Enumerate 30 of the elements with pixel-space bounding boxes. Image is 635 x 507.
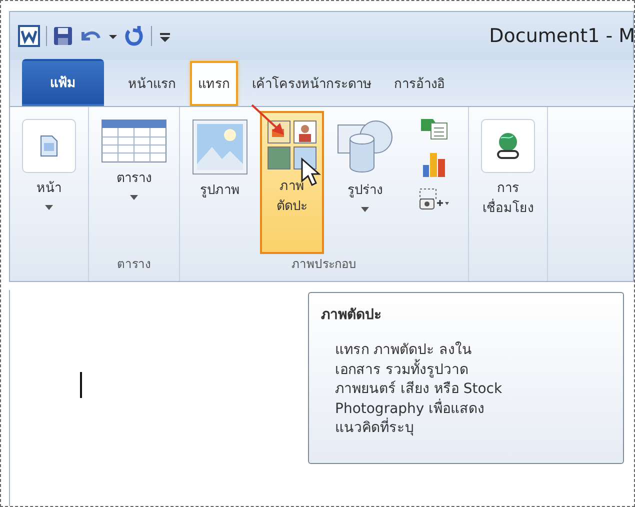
dropdown-arrow-icon (130, 194, 138, 200)
screenshot-icon[interactable] (418, 187, 450, 211)
page-icon (22, 119, 76, 173)
picture-icon (192, 119, 248, 175)
group-label: ภาพประกอบ (290, 256, 358, 273)
ribbon-tab[interactable]: หน้าแรก (120, 61, 184, 106)
ribbon-button[interactable]: ตาราง (95, 111, 173, 254)
dropdown-arrow-icon (361, 206, 369, 212)
clip-art-icon (266, 119, 318, 171)
ribbon-button[interactable]: รูปภาพ (186, 111, 254, 254)
word-logo-icon[interactable] (18, 25, 40, 47)
ribbon-tab[interactable]: เค้าโครงหน้ากระดาษ (244, 61, 380, 106)
dropdown-arrow-icon (45, 204, 53, 210)
hyperlink-icon (481, 119, 535, 173)
ribbon-button[interactable]: การ เชื่อมโยง (475, 111, 541, 279)
window-title: Document1 - M (489, 25, 634, 47)
ribbon-button[interactable]: ภาพ ตัดปะ (260, 111, 324, 254)
group-label: ตาราง (116, 256, 152, 273)
ribbon-button[interactable]: รูปร่าง (330, 111, 400, 254)
tooltip-title: ภาพตัดปะ (321, 306, 383, 325)
ribbon-tab[interactable]: แฟ้ม (22, 59, 104, 106)
ribbon-button[interactable]: หน้า (16, 111, 82, 279)
table-icon (101, 119, 167, 163)
ribbon-tab[interactable]: แทรก (190, 61, 238, 106)
ribbon-tab[interactable]: การอ้างอิ (386, 61, 453, 106)
redo-icon[interactable] (123, 25, 145, 47)
shapes-icon (336, 119, 394, 175)
save-icon[interactable] (53, 26, 73, 46)
tooltip-text: แทรก ภาพตัดปะ ลงใน เอกสาร รวมทั้งรูปวาด ภาพยนตร์ เสียง หรือ Stock Photography เพื่อแสดง แนวคิดที่ระบุ (335, 341, 504, 438)
text-cursor (80, 372, 82, 398)
